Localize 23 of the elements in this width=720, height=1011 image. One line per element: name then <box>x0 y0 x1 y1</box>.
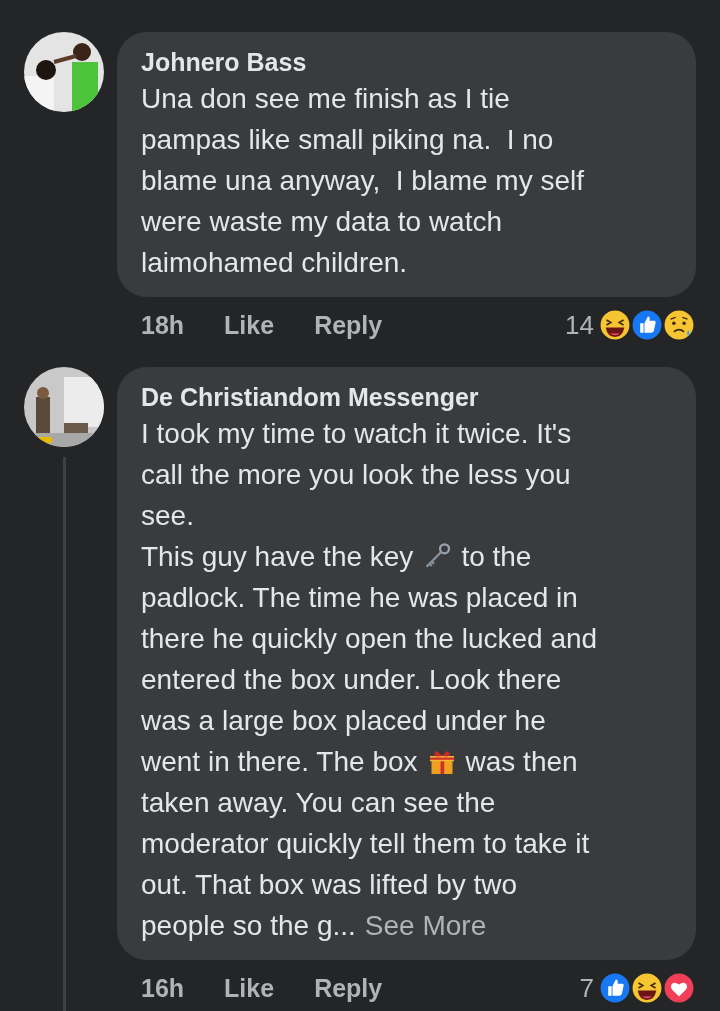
thumbs-up-icon <box>630 308 664 342</box>
sad-emoji-icon <box>662 308 696 342</box>
laughing-emoji-icon <box>630 971 664 1005</box>
reaction-count[interactable]: 14 <box>565 309 594 341</box>
timestamp: 18h <box>141 310 185 340</box>
reply-button[interactable]: Reply <box>314 310 383 340</box>
comment-text: went in there. The box <box>141 745 418 779</box>
thumbs-up-icon <box>598 971 632 1005</box>
comment-text: I took my time to watch it twice. It's call the more you look the less you see. <box>141 417 572 533</box>
like-button[interactable]: Like <box>224 973 275 1003</box>
comment-text: Una don see me finish as I tie pampas like small piking na. I no blame una anyway, I blame my self were waste my data to watch laimohamed children. <box>141 82 584 280</box>
laughing-emoji-icon <box>598 308 632 342</box>
timestamp: 16h <box>141 973 185 1003</box>
comment-text: to the <box>461 540 532 574</box>
author-name[interactable]: Johnero Bass <box>141 46 676 78</box>
comment-text: was then <box>465 745 578 779</box>
author-name[interactable]: De Christiandom Messenger <box>141 381 676 413</box>
like-button[interactable]: Like <box>224 310 275 340</box>
reply-button[interactable]: Reply <box>314 973 383 1003</box>
see-more-link[interactable]: See More <box>364 905 487 946</box>
reaction-count[interactable]: 7 <box>579 972 594 1004</box>
comment-text: people so the g... <box>141 909 356 943</box>
comment-text: This guy have the key <box>141 540 414 574</box>
